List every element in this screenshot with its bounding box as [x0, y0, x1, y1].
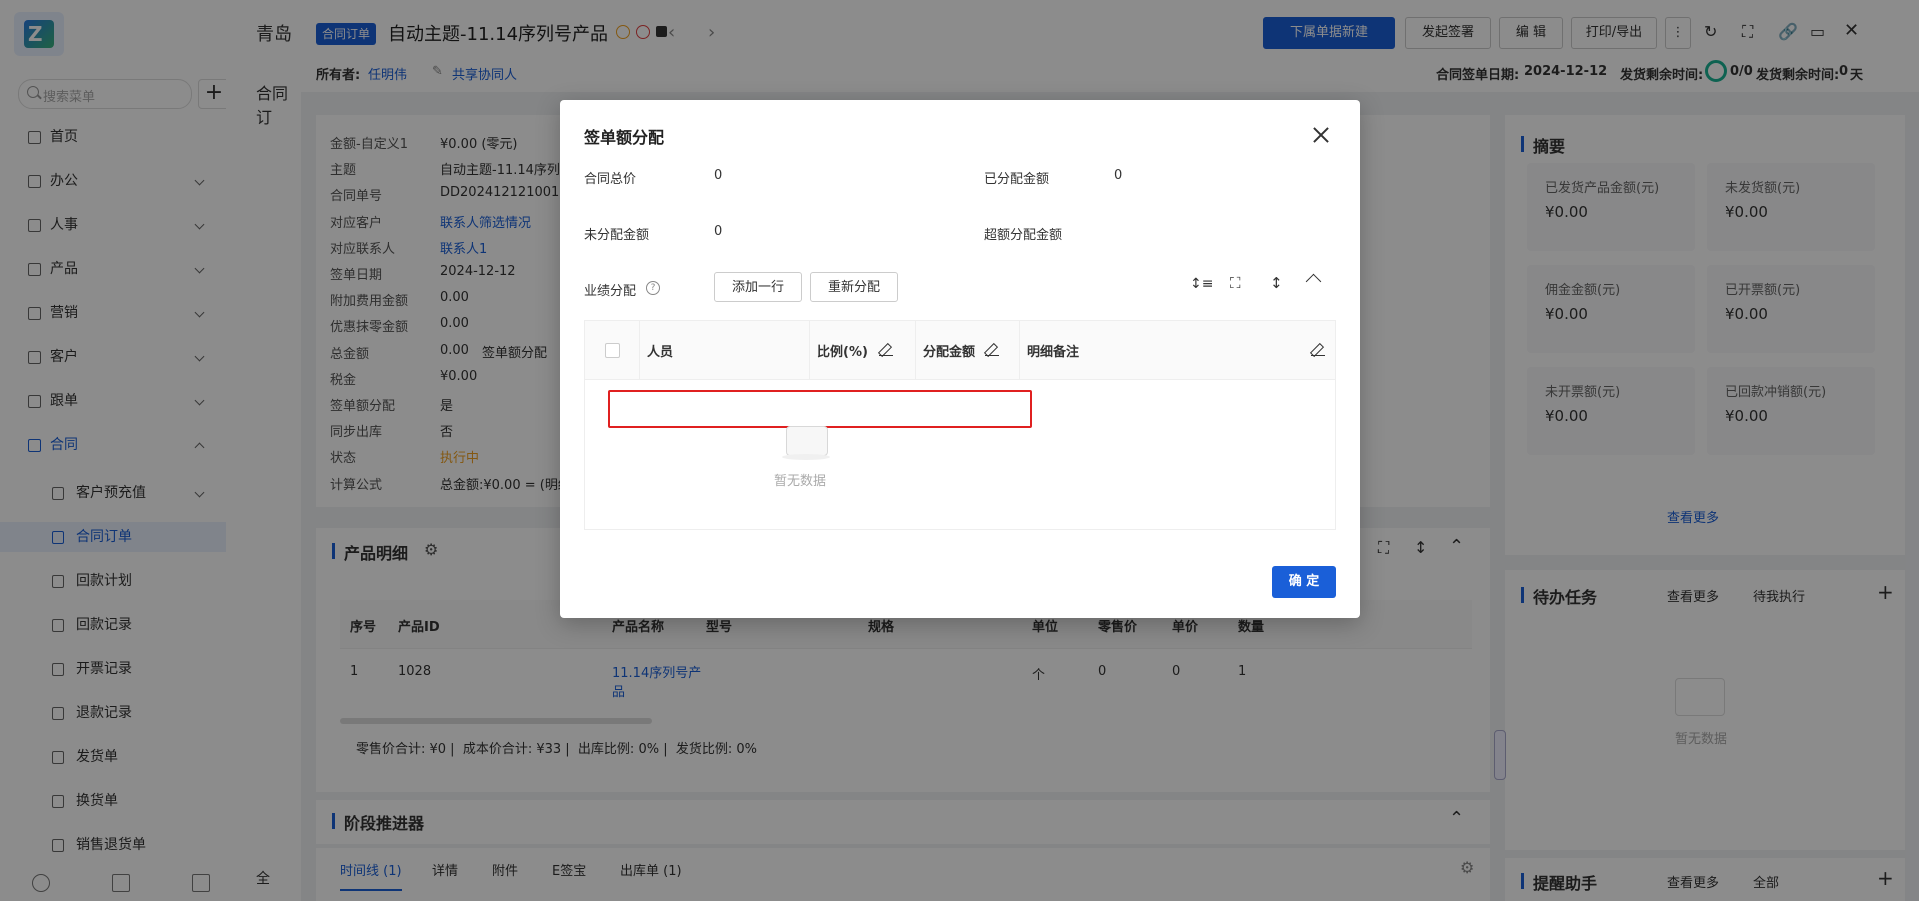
row-height-icon[interactable]: ↕≡	[1190, 276, 1213, 294]
confirm-button[interactable]: 确 定	[1272, 566, 1336, 598]
total-price-label: 合同总价	[584, 172, 637, 187]
allocation-dialog: 签单额分配 合同总价 0 已分配金额 0 未分配金额 0 超额分配金额 业绩分配…	[560, 100, 1360, 618]
over-allocated-label: 超额分配金额	[984, 228, 1063, 243]
dialog-title: 签单额分配	[584, 128, 665, 147]
total-price-value: 0	[714, 168, 723, 183]
column-ratio[interactable]: 比例(%)	[817, 341, 868, 360]
allocated-label: 已分配金额	[984, 172, 1050, 187]
help-icon[interactable]: ?	[646, 281, 660, 295]
allocated-value: 0	[1114, 168, 1123, 183]
column-person[interactable]: 人员	[647, 341, 673, 360]
allocation-table-header: 人员 比例(%) 分配金额 明细备注	[585, 321, 1335, 380]
fullscreen-icon[interactable]: ⛶	[1230, 274, 1248, 292]
unallocated-label: 未分配金额	[584, 228, 650, 243]
unallocated-value: 0	[714, 224, 723, 239]
column-amount[interactable]: 分配金额	[923, 341, 975, 360]
empty-text: 暂无数据	[774, 474, 827, 489]
edit-icon[interactable]	[1311, 342, 1325, 356]
column-remark[interactable]: 明细备注	[1027, 341, 1079, 360]
edit-icon[interactable]	[879, 342, 893, 356]
performance-allocation-label: 业绩分配	[584, 284, 637, 299]
expand-vertical-icon[interactable]: ↕	[1270, 274, 1288, 292]
reallocate-button[interactable]: 重新分配	[810, 272, 898, 302]
edit-icon[interactable]	[985, 342, 999, 356]
select-all-checkbox[interactable]	[605, 343, 620, 358]
add-row-button[interactable]: 添加一行	[714, 272, 802, 302]
empty-box-icon	[782, 422, 830, 462]
chevron-up-icon[interactable]	[1305, 273, 1322, 290]
close-icon[interactable]	[1310, 124, 1332, 146]
